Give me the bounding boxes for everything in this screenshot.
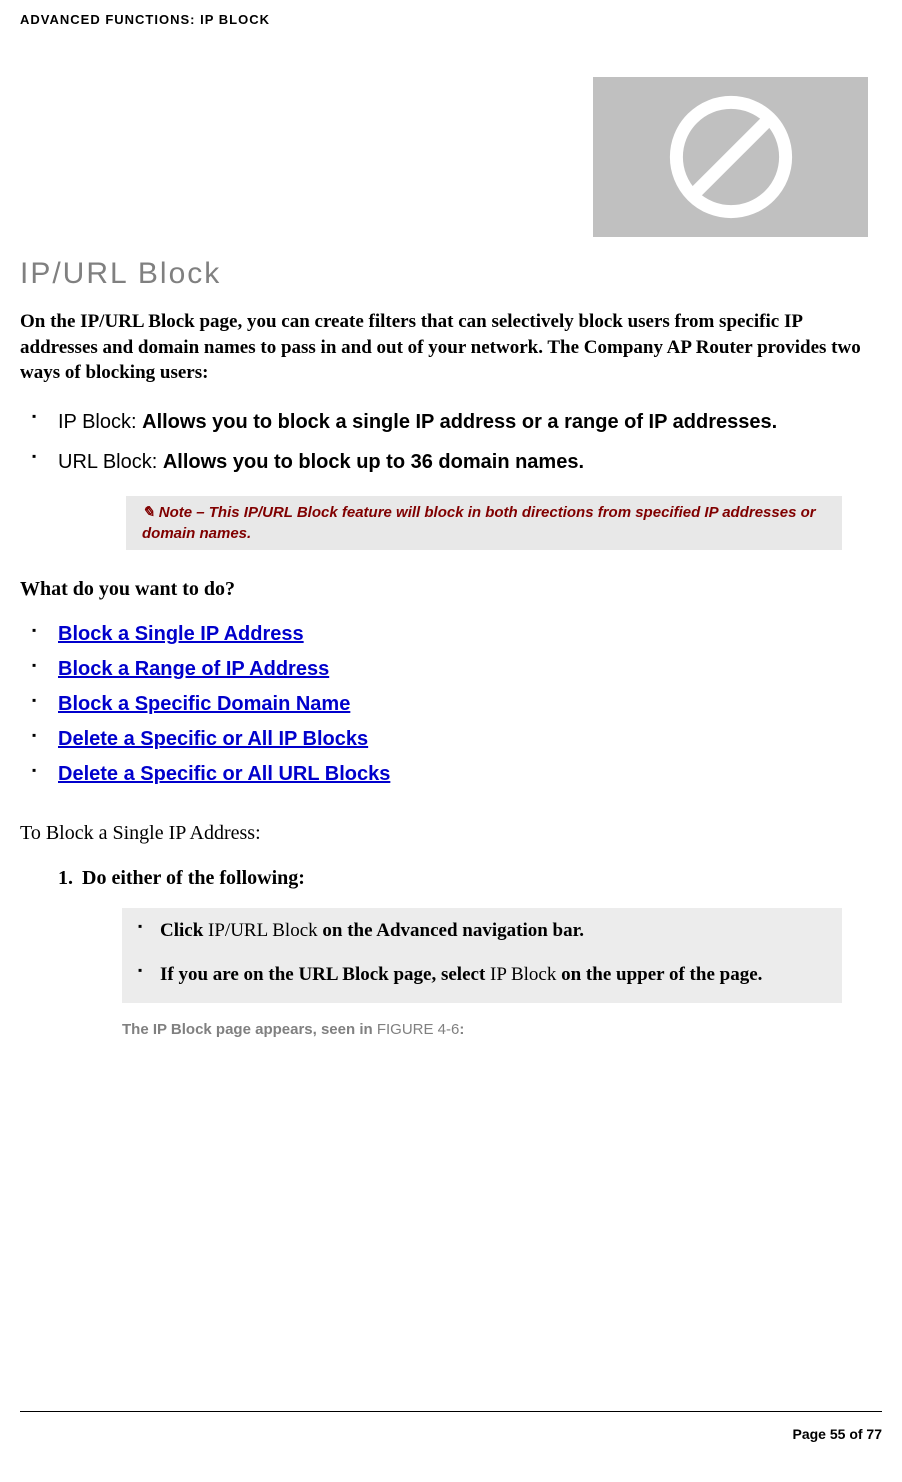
substeps-box: Click IP/URL Block on the Advanced navig… (122, 908, 842, 1003)
substep-select: If you are on the URL Block page, select… (136, 962, 828, 988)
link-block-range-ip[interactable]: Block a Range of IP Address (58, 658, 329, 680)
step-1: 1. Do either of the following: (58, 867, 882, 890)
page-title: IP/URL Block (20, 257, 882, 291)
list-item: Delete a Specific or All IP Blocks (30, 728, 882, 751)
bullet-ip-block: IP Block: Allows you to block a single I… (30, 408, 882, 436)
list-item: Block a Range of IP Address (30, 658, 882, 681)
bullet-label: IP Block: (58, 411, 142, 433)
note-box: ✎ Note – This IP/URL Block feature will … (126, 496, 842, 550)
link-delete-ip-blocks[interactable]: Delete a Specific or All IP Blocks (58, 728, 368, 750)
substep-click: Click IP/URL Block on the Advanced navig… (136, 918, 828, 944)
link-block-single-ip[interactable]: Block a Single IP Address (58, 623, 304, 645)
substep-text-bold: on the upper of the page. (556, 964, 762, 985)
prohibit-image-placeholder (593, 77, 868, 237)
list-item: Delete a Specific or All URL Blocks (30, 763, 882, 786)
substep-text-bold: on the Advanced navigation bar. (318, 920, 584, 941)
note-text: – This IP/URL Block feature will block i… (142, 504, 816, 542)
note-label: Note (159, 504, 192, 521)
bullet-url-block: URL Block: Allows you to block up to 36 … (30, 448, 882, 476)
caption-text: The IP Block page appears, seen in (122, 1021, 377, 1038)
substep-text-bold: If you are on the URL Block page, select (160, 964, 490, 985)
intro-paragraph: On the IP/URL Block page, you can create… (20, 309, 882, 386)
footer: Page 55 of 77 (20, 1411, 882, 1442)
substep-text-plain: IP Block (490, 964, 556, 985)
caption-text: : (459, 1021, 464, 1038)
step-number: 1. (58, 867, 73, 890)
page-number: Page 55 of 77 (20, 1426, 882, 1442)
step-text: Do either of the following: (82, 867, 305, 889)
substep-text-plain: IP/URL Block (208, 920, 318, 941)
bullet-text: Allows you to block up to 36 domain name… (163, 451, 584, 473)
list-item: Block a Single IP Address (30, 623, 882, 646)
link-block-domain[interactable]: Block a Specific Domain Name (58, 693, 350, 715)
list-item: Block a Specific Domain Name (30, 693, 882, 716)
action-links: Block a Single IP Address Block a Range … (20, 623, 882, 786)
figure-caption: The IP Block page appears, seen in FIGUR… (122, 1021, 882, 1038)
feature-bullets: IP Block: Allows you to block a single I… (20, 408, 882, 476)
substep-text-bold: Click (160, 920, 208, 941)
link-delete-url-blocks[interactable]: Delete a Specific or All URL Blocks (58, 763, 390, 785)
section-heading: To Block a Single IP Address: (20, 822, 882, 845)
question-heading: What do you want to do? (20, 578, 882, 601)
bullet-text: Allows you to block a single IP address … (142, 411, 777, 433)
bullet-label: URL Block: (58, 451, 163, 473)
breadcrumb: ADVANCED FUNCTIONS: IP BLOCK (20, 12, 882, 27)
figure-reference: FIGURE 4-6 (377, 1021, 460, 1038)
footer-divider (20, 1411, 882, 1412)
steps-list: 1. Do either of the following: (20, 867, 882, 890)
prohibit-icon (666, 92, 796, 222)
